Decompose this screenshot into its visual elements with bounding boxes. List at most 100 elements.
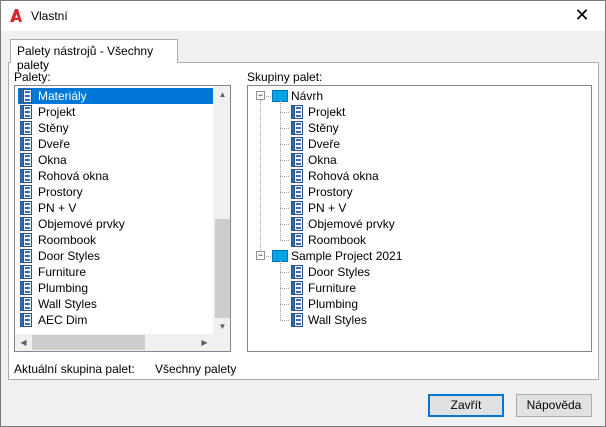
tool-palette-icon [20,281,32,295]
tree-palette-node[interactable]: Projekt [289,104,345,120]
palettes-vertical-scrollbar[interactable]: ▲ ▼ [213,86,230,335]
tree-palette-label: Plumbing [308,297,359,311]
tool-palette-icon [291,121,303,135]
tree-palette-node[interactable]: PN + V [289,200,346,216]
scroll-thumb-horizontal[interactable] [32,335,145,350]
tree-palette-label: Prostory [308,185,353,199]
tree-group-node[interactable]: Sample Project 2021 [272,248,402,264]
tool-palette-icon [20,297,32,311]
tree-connector [280,128,289,129]
palette-list-item[interactable]: Rohová okna [18,168,214,184]
palette-list-item[interactable]: Door Styles [18,248,214,264]
palette-list-item[interactable]: Prostory [18,184,214,200]
palette-list-item[interactable]: AEC Dim [18,312,214,328]
palette-item-label: AEC Dim [38,313,88,327]
tree-palette-label: Furniture [308,281,357,295]
tree-palette-node[interactable]: Objemové prvky [289,216,395,232]
tool-palette-icon [20,153,32,167]
palette-groups-label: Skupiny palet: [247,70,323,84]
tree-palette-node[interactable]: Plumbing [289,296,358,312]
tool-palette-icon [20,249,32,263]
tree-palette-node[interactable]: Prostory [289,184,353,200]
palette-groups-tree[interactable]: − Návrh Projekt Stěny Dveře Okna Rohová okna Pr… [247,85,592,352]
palette-item-label: Plumbing [38,281,89,295]
tree-palette-node[interactable]: Okna [289,152,337,168]
tree-connector [280,192,289,193]
palette-list-item[interactable]: Materiály [18,88,214,104]
palettes-list[interactable]: AEC Dim Wall Styles Plumbing Furniture Door … [14,85,231,352]
tool-palette-icon [291,217,303,231]
tool-palette-icon [291,233,303,247]
tree-connector [280,160,289,161]
tool-palette-icon [20,137,32,151]
palette-item-label: Okna [38,153,67,167]
tree-connector [280,100,281,240]
palette-list-item[interactable]: Okna [18,152,214,168]
scroll-right-arrow-icon[interactable]: ▶ [196,334,213,351]
scroll-up-arrow-icon[interactable]: ▲ [214,86,230,103]
tree-palette-node[interactable]: Dveře [289,136,340,152]
tree-group-label: Sample Project 2021 [291,249,403,263]
tree-connector [280,304,289,305]
scroll-thumb[interactable] [215,219,230,318]
tree-palette-label: Roombook [308,233,367,247]
tool-palette-icon [291,137,303,151]
palette-list-item[interactable]: Stěny [18,120,214,136]
tree-connector [280,288,289,289]
tool-palette-icon [291,297,303,311]
scroll-down-arrow-icon[interactable]: ▼ [214,318,230,335]
tree-palette-node[interactable]: Roombook [289,232,366,248]
scroll-left-arrow-icon[interactable]: ◀ [15,334,32,351]
palette-list-item[interactable]: Projekt [18,104,214,120]
tool-palette-icon [20,105,32,119]
collapse-icon[interactable]: − [256,251,265,260]
tool-palette-icon [291,265,303,279]
dialog-window: Vlastní ✕ Palety nástrojů - Všechny pale… [0,0,606,427]
tree-connector [280,144,289,145]
tree-palette-label: Door Styles [308,265,371,279]
autocad-logo-icon [10,9,22,22]
current-group-label: Aktuální skupina palet: [14,362,135,376]
tree-connector [260,100,261,252]
help-button[interactable]: Nápověda [516,394,592,417]
tool-palette-icon [291,105,303,119]
tool-palette-icon [291,281,303,295]
tree-palette-label: Wall Styles [308,313,367,327]
tree-connector [280,176,289,177]
palette-list-item[interactable]: Objemové prvky [18,216,214,232]
close-window-icon[interactable]: ✕ [571,5,593,27]
tree-palette-node[interactable]: Wall Styles [289,312,367,328]
tree-connector [280,224,289,225]
tab-all-palettes[interactable]: Palety nástrojů - Všechny palety [10,39,178,72]
current-group-value: Všechny palety [155,362,237,376]
palette-item-label: PN + V [38,201,77,215]
collapse-icon[interactable]: − [256,91,265,100]
tree-palette-node[interactable]: Rohová okna [289,168,379,184]
tree-group-label: Návrh [291,89,324,103]
title-bar: Vlastní ✕ [1,1,605,31]
close-button[interactable]: Zavřít [428,394,504,417]
palette-item-label: Dveře [38,137,71,151]
palette-list-item[interactable]: Wall Styles [18,296,214,312]
palettes-horizontal-scrollbar[interactable]: ◀ ▶ [15,334,230,351]
tree-connector [280,240,289,241]
palette-item-label: Prostory [38,185,83,199]
tree-palette-node[interactable]: Stěny [289,120,339,136]
palette-list-item[interactable]: Furniture [18,264,214,280]
tool-palette-icon [291,169,303,183]
palette-item-label: Furniture [38,265,87,279]
palette-list-item[interactable]: Roombook [18,232,214,248]
tool-palette-icon [20,89,32,103]
palette-list-item[interactable]: PN + V [18,200,214,216]
tree-palette-label: Dveře [308,137,341,151]
palette-list-item[interactable]: Plumbing [18,280,214,296]
tool-palette-icon [20,121,32,135]
palette-item-label: Stěny [38,121,69,135]
tool-palette-icon [291,185,303,199]
tree-palette-label: Rohová okna [308,169,379,183]
tree-palette-node[interactable]: Furniture [289,280,356,296]
window-title: Vlastní [31,9,68,23]
palette-list-item[interactable]: Dveře [18,136,214,152]
palette-item-label: Materiály [34,88,210,104]
tree-palette-node[interactable]: Door Styles [289,264,370,280]
